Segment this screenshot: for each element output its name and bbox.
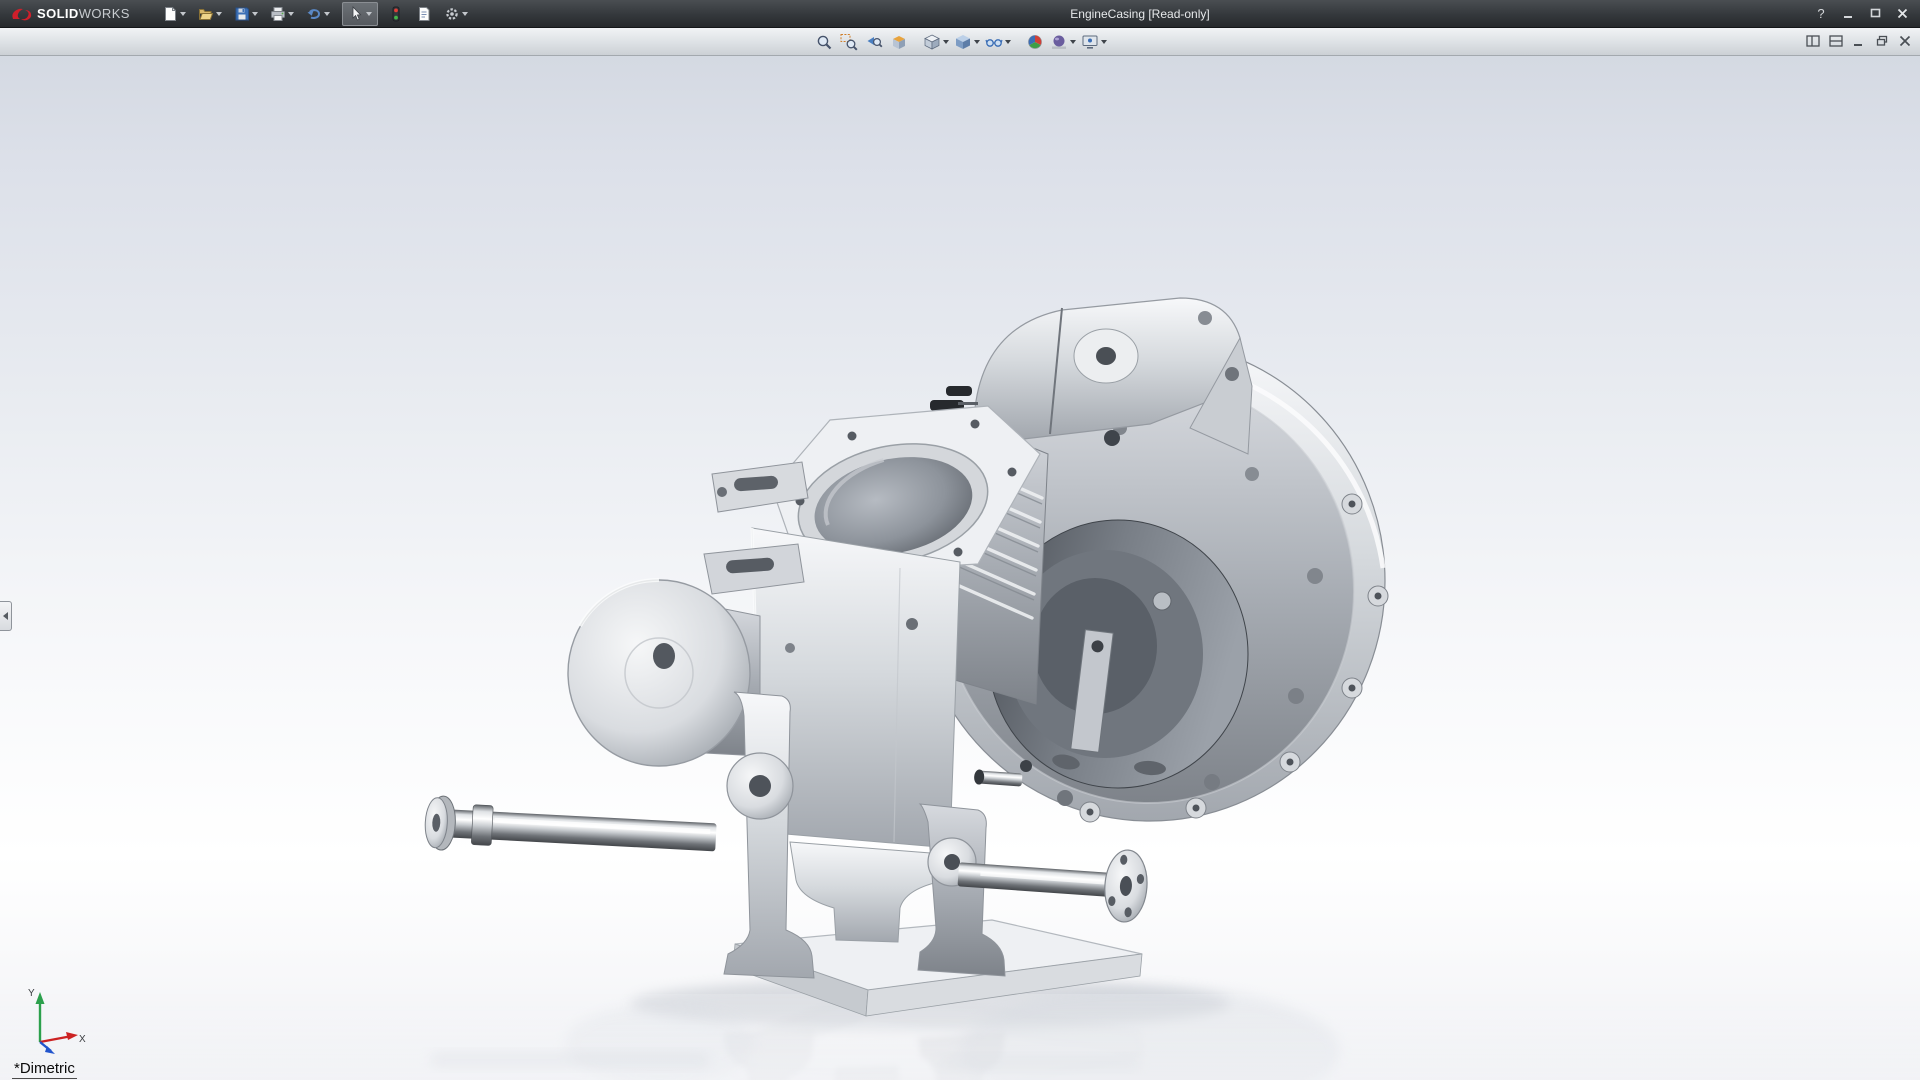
chevron-left-icon bbox=[3, 612, 8, 620]
save-button[interactable] bbox=[228, 2, 264, 26]
solidworks-logo-icon bbox=[10, 5, 32, 23]
new-document-icon bbox=[162, 6, 178, 22]
close-icon bbox=[1899, 35, 1911, 47]
print-button[interactable] bbox=[264, 2, 300, 26]
document-minimize-button[interactable] bbox=[1849, 31, 1869, 51]
window-minimize-button[interactable] bbox=[1836, 3, 1860, 25]
select-cursor-icon bbox=[348, 6, 364, 22]
dropdown-caret-icon bbox=[1070, 40, 1076, 44]
apply-scene-button[interactable] bbox=[1048, 30, 1078, 54]
minimize-icon bbox=[1843, 8, 1854, 19]
view-settings-icon bbox=[1081, 33, 1099, 51]
print-icon bbox=[270, 6, 286, 22]
dropdown-caret-icon bbox=[252, 12, 258, 16]
feature-panel-collapse-tab[interactable] bbox=[0, 601, 12, 631]
previous-view-button[interactable] bbox=[862, 30, 886, 54]
dropdown-caret-icon bbox=[1101, 40, 1107, 44]
triad-x-label: X bbox=[79, 1034, 86, 1045]
orientation-tools-group bbox=[921, 30, 1013, 54]
help-icon: ? bbox=[1817, 6, 1824, 21]
file-properties-icon bbox=[416, 6, 432, 22]
hide-show-items-button[interactable] bbox=[983, 30, 1013, 54]
document-title: EngineCasing [Read-only] bbox=[1070, 0, 1209, 28]
document-window-controls bbox=[1803, 31, 1915, 51]
undo-button[interactable] bbox=[300, 2, 336, 26]
view-tools-group bbox=[812, 30, 911, 54]
window-close-button[interactable] bbox=[1890, 3, 1914, 25]
triad-y-axis-icon bbox=[36, 992, 45, 1004]
heads-up-view-toolbar bbox=[0, 28, 1920, 56]
view-orientation-button[interactable] bbox=[921, 30, 951, 54]
zoom-to-area-button[interactable] bbox=[837, 30, 861, 54]
zoom-to-fit-icon bbox=[815, 33, 833, 51]
open-folder-icon bbox=[198, 6, 214, 22]
viewport-layout-button[interactable] bbox=[1803, 31, 1823, 51]
rebuild-button[interactable] bbox=[382, 2, 410, 26]
window-controls: ? bbox=[1809, 3, 1914, 25]
engine-casing-model[interactable] bbox=[0, 56, 1920, 1080]
section-view-button[interactable] bbox=[887, 30, 911, 54]
rebuild-stoplight-icon bbox=[388, 6, 404, 22]
display-style-icon bbox=[954, 33, 972, 51]
dropdown-caret-icon bbox=[462, 12, 468, 16]
view-orientation-label: *Dimetric bbox=[12, 1060, 77, 1079]
new-document-button[interactable] bbox=[156, 2, 192, 26]
display-style-button[interactable] bbox=[952, 30, 982, 54]
close-icon bbox=[1897, 8, 1908, 19]
help-button[interactable]: ? bbox=[1809, 3, 1833, 25]
solidworks-logo: SOLIDWORKS bbox=[10, 5, 130, 23]
dropdown-caret-icon bbox=[324, 12, 330, 16]
dropdown-caret-icon bbox=[180, 12, 186, 16]
view-settings-button[interactable] bbox=[1079, 30, 1109, 54]
dropdown-caret-icon bbox=[974, 40, 980, 44]
edit-appearance-ball-icon bbox=[1026, 33, 1044, 51]
options-gear-icon bbox=[444, 6, 460, 22]
options-button[interactable] bbox=[438, 2, 474, 26]
undo-icon bbox=[306, 6, 322, 22]
triad-x-axis-icon bbox=[66, 1032, 78, 1040]
window-titlebar: SOLIDWORKS EngineCasing [Read-only] ? bbox=[0, 0, 1920, 28]
document-restore-button[interactable] bbox=[1872, 31, 1892, 51]
document-close-button[interactable] bbox=[1895, 31, 1915, 51]
dropdown-caret-icon bbox=[288, 12, 294, 16]
orientation-triad[interactable]: Y X bbox=[16, 982, 90, 1060]
maximize-icon bbox=[1870, 8, 1881, 19]
dropdown-caret-icon bbox=[943, 40, 949, 44]
apply-scene-icon bbox=[1050, 33, 1068, 51]
section-view-icon bbox=[890, 33, 908, 51]
triad-y-label: Y bbox=[28, 988, 35, 999]
dropdown-caret-icon bbox=[366, 12, 372, 16]
dropdown-caret-icon bbox=[216, 12, 222, 16]
viewport-layout-icon bbox=[1806, 35, 1820, 47]
edit-appearance-button[interactable] bbox=[1023, 30, 1047, 54]
previous-view-icon bbox=[865, 33, 883, 51]
select-button[interactable] bbox=[342, 2, 378, 26]
hide-show-glasses-icon bbox=[985, 33, 1003, 51]
minimize-icon bbox=[1853, 35, 1865, 47]
zoom-to-fit-button[interactable] bbox=[812, 30, 836, 54]
appearance-tools-group bbox=[1023, 30, 1109, 54]
view-orientation-cube-icon bbox=[923, 33, 941, 51]
restore-icon bbox=[1876, 35, 1888, 47]
open-button[interactable] bbox=[192, 2, 228, 26]
window-maximize-button[interactable] bbox=[1863, 3, 1887, 25]
save-icon bbox=[234, 6, 250, 22]
zoom-to-area-icon bbox=[840, 33, 858, 51]
graphics-viewport[interactable]: Y X *Dimetric bbox=[0, 56, 1920, 1080]
dropdown-caret-icon bbox=[1005, 40, 1011, 44]
viewport-split-button[interactable] bbox=[1826, 31, 1846, 51]
viewport-split-icon bbox=[1829, 35, 1843, 47]
brand-name: SOLIDWORKS bbox=[37, 6, 130, 21]
file-properties-button[interactable] bbox=[410, 2, 438, 26]
